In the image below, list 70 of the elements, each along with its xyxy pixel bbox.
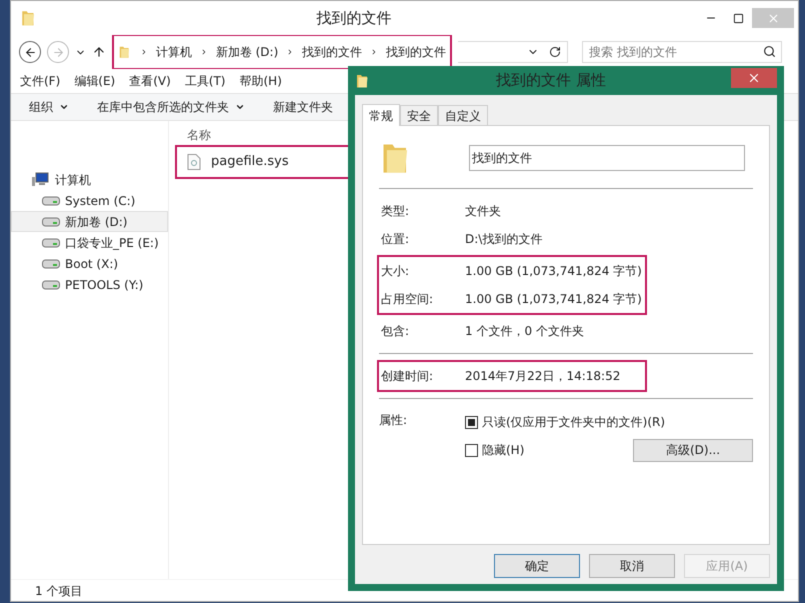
property-label: 占用空间: [380,291,434,308]
window-title: 找到的文件 [316,8,392,29]
maximize-icon[interactable] [733,12,744,24]
up-button[interactable] [92,45,106,59]
caret-icon [235,102,245,112]
breadcrumb-separator-icon [140,47,148,57]
checkbox-label[interactable]: 只读(仅应用于文件夹中的文件)(R) [482,413,666,431]
breadcrumb-item[interactable]: 新加卷 (D:) [216,43,278,61]
property-value: 1.00 GB (1,073,741,824 字节) [465,263,642,280]
dialog-button[interactable]: 取消 [589,554,675,578]
search-icon [763,45,776,58]
arrow-left-icon [24,46,36,58]
checkbox[interactable] [465,444,478,456]
breadcrumb-separator-icon [200,47,208,57]
property-value: 2014年7月22日，14:18:52 [465,368,620,385]
drive-icon [42,238,60,248]
close-icon [766,12,780,24]
tab[interactable]: 安全 [400,105,438,125]
back-button[interactable] [19,41,41,63]
caret-icon [59,102,69,112]
status-text: 1 个项目 [35,582,82,600]
computer-icon [31,172,49,188]
nav-item[interactable]: 计算机 [11,169,168,190]
checkbox[interactable] [465,416,478,428]
drive-icon [42,258,60,268]
file-icon [187,154,201,170]
nav-item[interactable]: Boot (X:) [11,253,168,274]
drive-icon [42,216,60,226]
checkbox-label[interactable]: 隐藏(H) [482,441,524,459]
tab[interactable]: 常规 [362,104,400,126]
name-field[interactable]: 找到的文件 [469,145,745,171]
close-button[interactable] [731,68,777,88]
nav-item[interactable]: System (C:) [11,190,168,211]
search-field[interactable]: 搜索 找到的文件 [582,41,782,63]
refresh-icon[interactable] [549,46,561,58]
menu-item[interactable]: 查看(V) [129,72,171,90]
drive-icon [42,196,60,206]
toolbar-button[interactable]: 组织 [29,98,69,116]
breadcrumb-item[interactable]: 计算机 [156,43,192,61]
breadcrumb-separator-icon [370,47,378,57]
property-label: 属性: [379,412,408,429]
file-row[interactable]: pagefile.sys [175,145,350,179]
nav-item[interactable]: PETOOLS (Y:) [11,274,168,295]
toolbar-button[interactable]: 在库中包含所选的文件夹 [97,98,245,116]
property-label: 位置: [380,231,410,248]
menu-item[interactable]: 工具(T) [184,72,226,90]
column-header[interactable]: 名称 [187,126,211,144]
nav-item[interactable]: 新加卷 (D:) [11,211,168,232]
menu-item[interactable]: 编辑(E) [74,72,116,90]
property-value: D:\找到的文件 [465,231,542,248]
dialog-title: 找到的文件 属性 [496,70,606,92]
breadcrumb-item[interactable]: 找到的文件 [386,43,446,61]
property-label: 创建时间: [380,368,434,385]
dialog-button[interactable]: 确定 [494,554,580,578]
toolbar-button[interactable]: 新建文件夹 [273,98,333,116]
menu-item[interactable]: 文件(F) [20,72,60,90]
menu-item[interactable]: 帮助(H) [240,72,282,90]
breadcrumb-item[interactable]: 找到的文件 [302,43,362,61]
tab[interactable]: 自定义 [438,105,488,125]
advanced-button[interactable]: 高级(D)... [633,438,753,462]
property-label: 包含: [380,323,410,340]
address-bar[interactable]: 计算机 新加卷 (D:) 找到的文件 找到的文件 [112,34,452,70]
property-value: 文件夹 [465,203,501,220]
property-value: 1 个文件，0 个文件夹 [465,323,584,340]
property-label: 类型: [380,203,410,220]
drive-icon [42,280,60,290]
property-value: 1.00 GB (1,073,741,824 字节) [465,291,642,308]
property-label: 大小: [380,263,410,280]
nav-item[interactable]: 口袋专业_PE (E:) [11,232,168,253]
arrow-right-icon [52,46,64,58]
